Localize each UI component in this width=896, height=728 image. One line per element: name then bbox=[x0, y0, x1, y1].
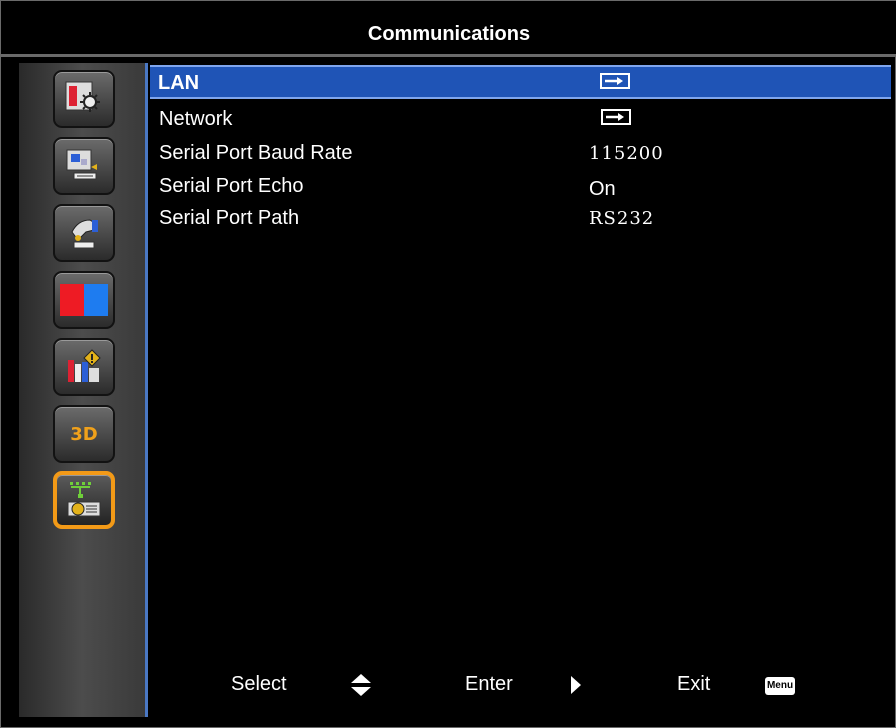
menu-title: Communications bbox=[367, 23, 531, 45]
select-hint-label: Select bbox=[231, 673, 287, 695]
menu-row-label: LAN bbox=[158, 72, 200, 94]
menu-content-panel: LAN Network Serial Port Baud Rate 115200… bbox=[150, 63, 891, 717]
color-icon bbox=[60, 284, 108, 316]
osd-menu-window: Communications 3D LAN Network Serial Por… bbox=[0, 0, 896, 728]
menu-row-serial-echo[interactable]: Serial Port Echo On bbox=[151, 168, 891, 202]
right-arrow-icon bbox=[569, 675, 583, 701]
category-color-tile[interactable] bbox=[53, 271, 115, 329]
menu-row-label: Serial Port Path bbox=[159, 207, 300, 229]
menu-row-value: 115200 bbox=[589, 143, 664, 164]
enter-arrow-icon bbox=[600, 73, 630, 89]
menu-row-value: On bbox=[589, 178, 616, 200]
menu-row-label: Serial Port Echo bbox=[159, 175, 304, 197]
menu-row-label: Network bbox=[159, 108, 233, 130]
category-picture-tile[interactable] bbox=[53, 70, 115, 128]
footer-hints: Select Enter Exit Menu bbox=[151, 669, 895, 703]
enter-arrow-icon bbox=[601, 109, 631, 125]
image-setup-icon bbox=[66, 149, 97, 180]
exit-hint-label: Exit bbox=[677, 673, 711, 695]
menu-row-value: RS232 bbox=[589, 208, 655, 229]
menu-row-lan[interactable]: LAN bbox=[150, 65, 891, 99]
menu-row-serial-baud-rate[interactable]: Serial Port Baud Rate 115200 bbox=[151, 135, 891, 169]
menu-row-network[interactable]: Network bbox=[151, 101, 891, 135]
up-down-arrows-icon bbox=[349, 673, 373, 703]
menu-header: Communications bbox=[1, 1, 896, 57]
category-3d-tile[interactable]: 3D bbox=[53, 405, 115, 463]
network-communications-icon bbox=[67, 482, 101, 517]
picture-settings-icon bbox=[65, 81, 100, 112]
menu-row-serial-path[interactable]: Serial Port Path RS232 bbox=[151, 200, 891, 234]
3d-icon: 3D bbox=[70, 423, 98, 445]
category-installation-tile[interactable] bbox=[53, 204, 115, 262]
category-information-tile[interactable] bbox=[53, 338, 115, 396]
menu-category-sidebar: 3D bbox=[19, 63, 148, 717]
installation-icon bbox=[71, 219, 98, 249]
category-image-setup-tile[interactable] bbox=[53, 137, 115, 195]
menu-key-icon: Menu bbox=[765, 677, 795, 695]
menu-row-label: Serial Port Baud Rate bbox=[159, 142, 353, 164]
information-icon bbox=[68, 349, 101, 382]
enter-hint-label: Enter bbox=[465, 673, 513, 695]
category-communications-tile[interactable] bbox=[53, 471, 115, 529]
